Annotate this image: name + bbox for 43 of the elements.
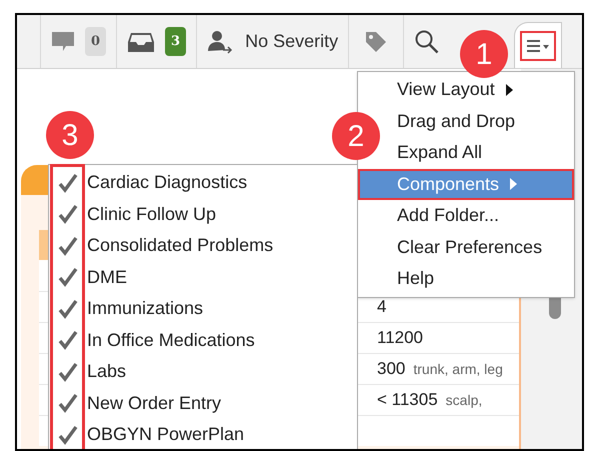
callout-badge: 3 xyxy=(46,111,94,159)
submenu-arrow-icon xyxy=(504,82,514,97)
menu-item[interactable]: OBGYN PowerPlan xyxy=(87,421,244,448)
check-icon[interactable] xyxy=(58,267,78,288)
callout-badge: 2 xyxy=(332,112,380,160)
search-icon[interactable] xyxy=(414,28,440,54)
table-cell-text: 11200 xyxy=(377,327,424,350)
check-icon[interactable] xyxy=(58,204,78,224)
menu-item[interactable]: DME xyxy=(87,264,127,291)
inbox-icon[interactable] xyxy=(127,30,156,52)
menu-item[interactable]: New Order Entry xyxy=(87,390,222,417)
menu-item[interactable]: Clinic Follow Up xyxy=(87,200,216,228)
table-cell-text: 4 xyxy=(377,296,386,318)
check-icon[interactable] xyxy=(58,172,78,193)
menu-item[interactable]: Immunizations xyxy=(87,295,204,322)
menu-item[interactable]: Clear Preferences xyxy=(397,234,542,261)
check-icon[interactable] xyxy=(58,393,78,414)
menu-item[interactable]: Labs xyxy=(87,358,126,386)
submenu-arrow-icon xyxy=(509,177,518,192)
menu-item[interactable]: Help xyxy=(397,265,434,292)
comment-icon[interactable] xyxy=(51,30,75,52)
table-cell-text: < 11305 xyxy=(377,389,438,412)
menu-item[interactable]: Expand All xyxy=(397,139,482,166)
menu-item[interactable]: In Office Medications xyxy=(87,326,255,354)
check-icon[interactable] xyxy=(58,330,78,350)
table-cell-text: 300 xyxy=(377,358,406,380)
tag-icon[interactable] xyxy=(364,30,388,54)
menu-item[interactable]: Consolidated Problems xyxy=(87,232,274,260)
menu-item[interactable]: View Layout xyxy=(397,76,495,104)
inbox-count: 3 xyxy=(165,26,186,56)
comments-count: 0 xyxy=(85,26,106,56)
check-icon[interactable] xyxy=(58,424,78,445)
cell-note: scalp, xyxy=(446,390,482,410)
menu-item[interactable]: Drag and Drop xyxy=(397,108,516,135)
check-icon[interactable] xyxy=(58,362,78,382)
check-icon[interactable] xyxy=(58,236,78,256)
menu-button[interactable] xyxy=(520,30,556,60)
check-icon[interactable] xyxy=(58,298,78,319)
cell-note: trunk, arm, leg xyxy=(413,360,503,379)
menu-icon xyxy=(526,38,550,52)
menu-item[interactable]: Add Folder... xyxy=(397,202,500,230)
severity-button[interactable]: No Severity xyxy=(245,28,338,55)
menu-item[interactable]: Cardiac Diagnostics xyxy=(87,169,248,196)
